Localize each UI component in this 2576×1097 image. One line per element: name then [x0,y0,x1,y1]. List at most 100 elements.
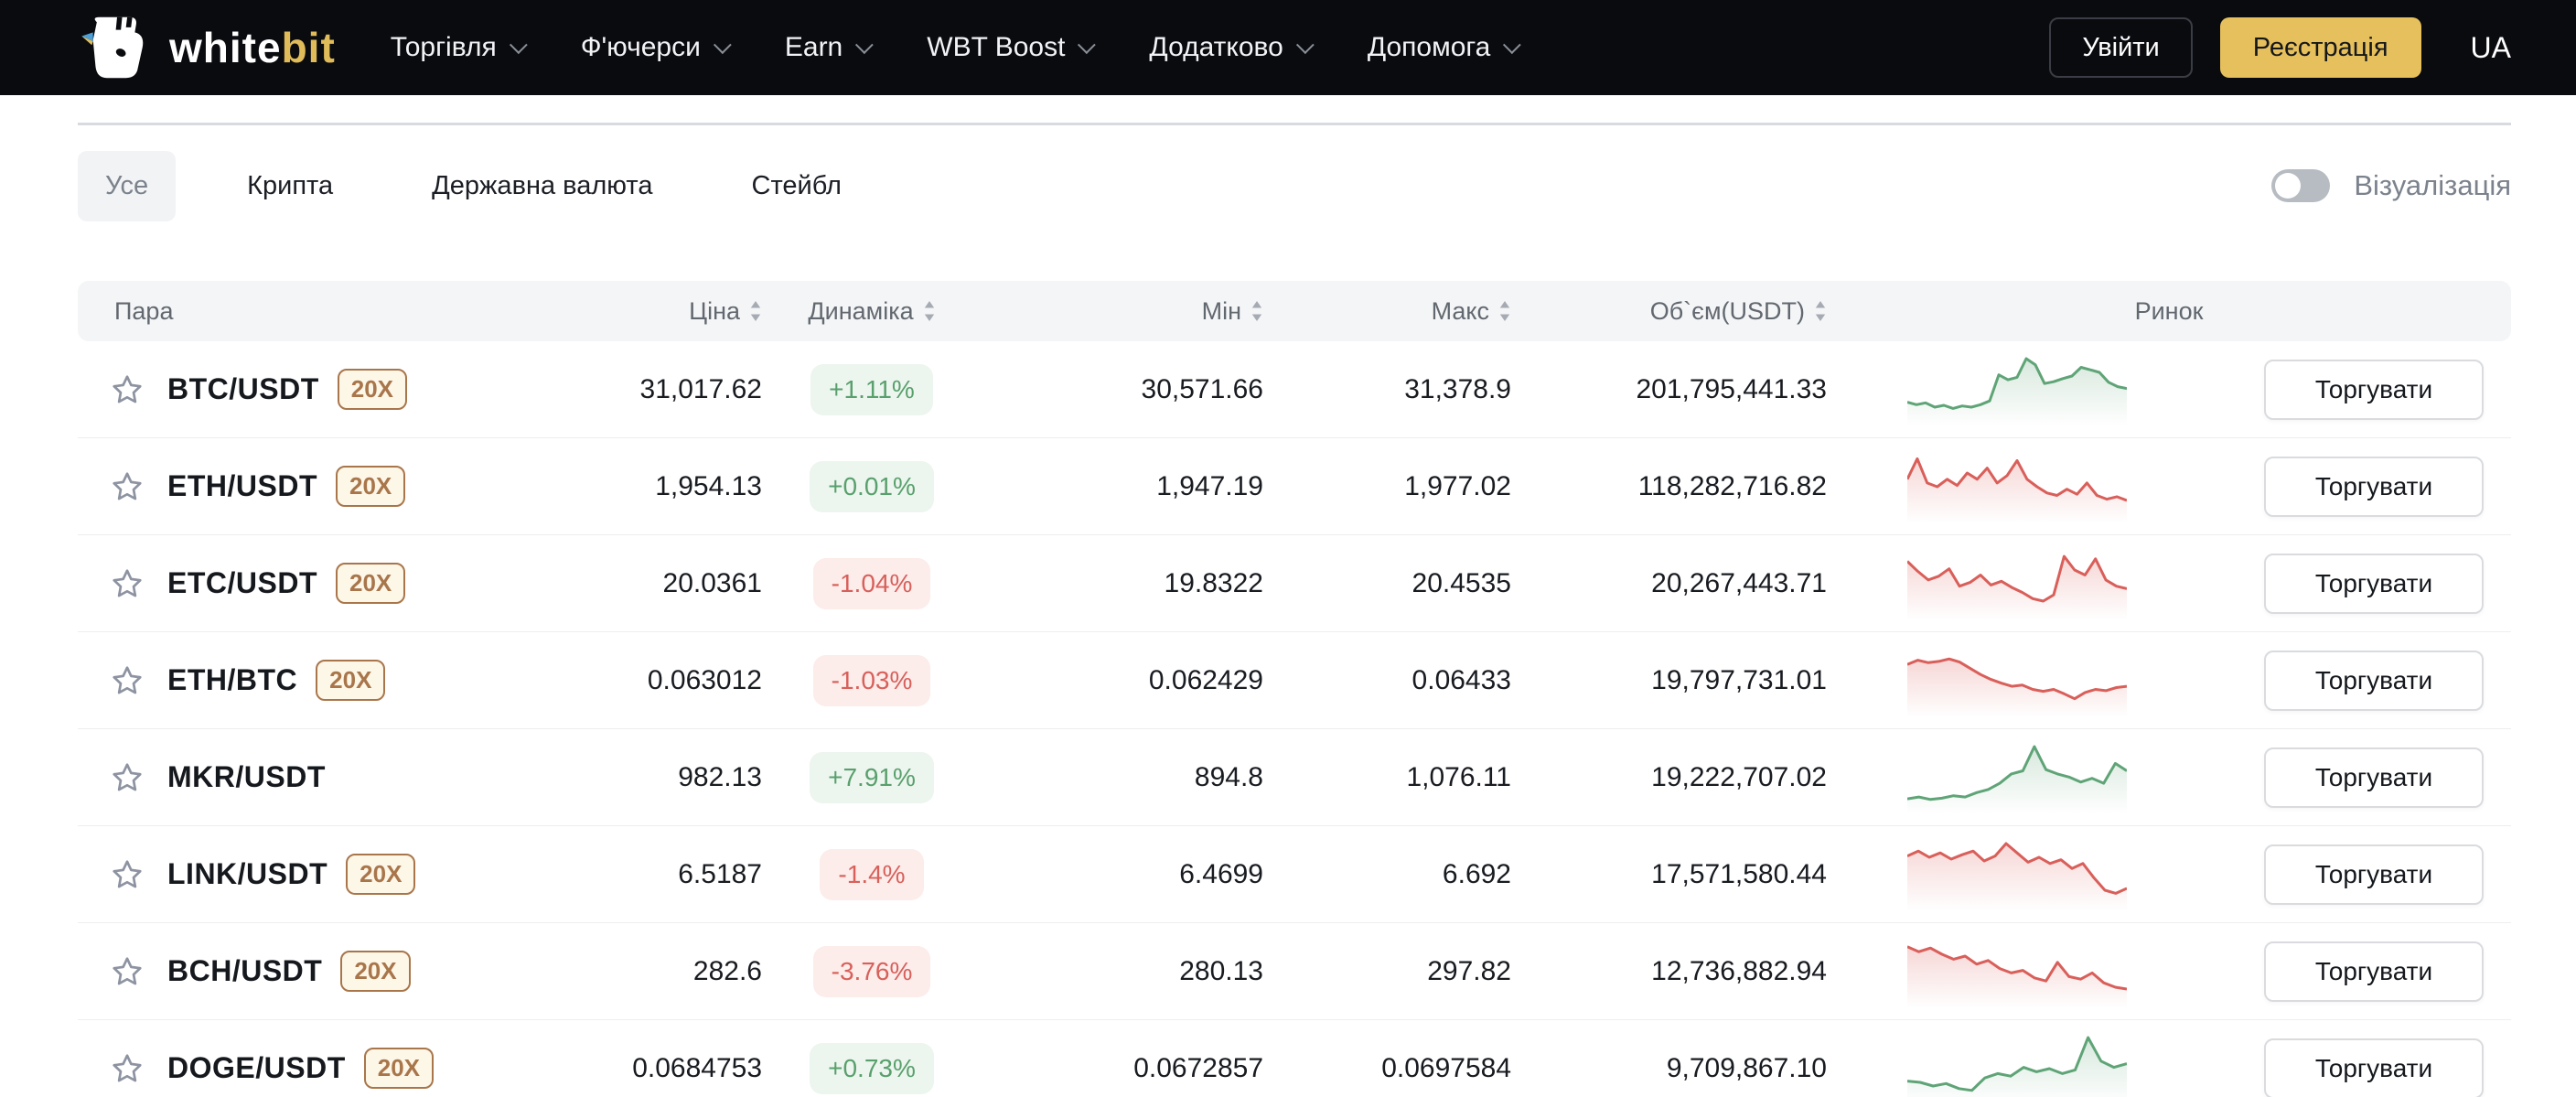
price-value: 31,017.62 [639,373,762,404]
brand-logo[interactable]: whitebit [78,15,336,81]
change-cell: +7.91% [762,751,982,803]
menu-item-label: Допомога [1367,32,1491,62]
favorite-star-icon[interactable] [111,858,144,891]
min-value: 0.062429 [1148,664,1263,695]
max-value: 0.0697584 [1381,1052,1511,1083]
pair-cell[interactable]: BCH/USDT 20X [78,951,489,992]
menu-item-1[interactable]: Торгівля [391,32,528,63]
pair-cell[interactable]: ETH/BTC 20X [78,660,489,701]
filter-tab-1[interactable]: Усе [78,150,177,221]
sparkline-chart [1906,1036,2127,1097]
sort-icon[interactable] [1250,301,1263,321]
favorite-star-icon[interactable] [111,567,144,600]
action-cell: Торгувати [2206,553,2511,614]
change-badge: +0.01% [810,460,934,512]
market-sparkline [1827,644,2206,717]
favorite-star-icon[interactable] [111,761,144,794]
leverage-badge: 20X [363,1048,434,1089]
trade-button[interactable]: Торгувати [2264,747,2484,808]
price-value: 1,954.13 [655,470,762,501]
register-button[interactable]: Реєстрація [2219,17,2421,78]
trade-button[interactable]: Торгувати [2264,553,2484,614]
toggle-knob [2275,173,2302,199]
sort-icon[interactable] [749,301,762,321]
pair-cell[interactable]: ETC/USDT 20X [78,563,489,604]
chevron-down-icon [855,36,874,55]
table-row: BCH/USDT 20X 282.6 -3.76% 280.13 297.82 12,736… [78,923,2511,1020]
header-volume[interactable]: Об`єм(USDT) [1511,297,1827,326]
filter-tab-3[interactable]: Державна валюта [404,151,680,221]
menu-item-5[interactable]: Додатково [1149,32,1315,63]
trade-button[interactable]: Торгувати [2264,650,2484,711]
change-badge: -1.4% [820,848,924,900]
change-cell: -1.4% [762,848,982,900]
favorite-star-icon[interactable] [111,470,144,503]
favorite-star-icon[interactable] [111,1052,144,1085]
volume-value: 19,222,707.02 [1651,761,1827,792]
pair-cell[interactable]: BTC/USDT 20X [78,369,489,410]
trade-button[interactable]: Торгувати [2264,941,2484,1002]
visualization-toggle[interactable] [2271,169,2331,202]
change-badge: -3.76% [812,945,931,997]
menu-item-4[interactable]: WBT Boost [927,32,1097,63]
table-row: ETH/USDT 20X 1,954.13 +0.01% 1,947.19 1,977.0… [78,438,2511,535]
volume-value: 118,282,716.82 [1637,470,1827,501]
menu-item-6[interactable]: Допомога [1367,32,1522,63]
language-selector[interactable]: UA [2471,31,2511,65]
price-value: 982.13 [678,761,762,792]
table-header: Пара Ціна Динаміка Мін Макс Об`єм(USDT) … [78,281,2511,341]
menu-item-label: Додатково [1149,32,1283,62]
pair-cell[interactable]: ETH/USDT 20X [78,466,489,507]
market-sparkline [1827,450,2206,523]
max-value: 297.82 [1427,955,1511,986]
sparkline-chart [1906,554,2127,620]
trade-button[interactable]: Торгувати [2264,1038,2484,1097]
max-value: 0.06433 [1411,664,1511,695]
volume-value: 19,797,731.01 [1651,664,1827,695]
pair-cell[interactable]: DOGE/USDT 20X [78,1048,489,1089]
min-value: 30,571.66 [1141,373,1263,404]
action-cell: Торгувати [2206,359,2511,420]
action-cell: Торгувати [2206,941,2511,1002]
menu-item-3[interactable]: Earn [785,32,874,63]
change-badge: +7.91% [810,751,934,803]
chevron-down-icon [509,36,528,55]
table-row: MKR/USDT 982.13 +7.91% 894.8 1,076.11 19,222,… [78,729,2511,826]
chevron-down-icon [713,36,732,55]
filter-tab-2[interactable]: Крипта [220,151,360,221]
favorite-star-icon[interactable] [111,373,144,406]
filter-tab-4[interactable]: Стейбл [724,151,869,221]
sort-icon[interactable] [923,301,936,321]
chevron-down-icon [1078,36,1097,55]
menu-item-2[interactable]: Ф'ючерси [581,32,732,63]
trade-button[interactable]: Торгувати [2264,844,2484,905]
favorite-star-icon[interactable] [111,955,144,988]
change-cell: -1.03% [762,654,982,706]
trade-button[interactable]: Торгувати [2264,359,2484,420]
header-min[interactable]: Мін [982,297,1263,326]
pair-cell[interactable]: MKR/USDT [78,760,489,794]
pair-name: ETC/USDT [167,566,317,599]
top-divider [78,123,2511,125]
navbar: whitebit Торгівля Ф'ючерси Earn WBT Boost До… [0,0,2576,95]
header-change[interactable]: Динаміка [762,297,982,326]
filter-tabs: Усе Крипта Державна валюта Стейбл [78,150,913,221]
header-max[interactable]: Макс [1263,297,1511,326]
trade-button[interactable]: Торгувати [2264,456,2484,517]
pair-name: BCH/USDT [167,954,323,987]
visualization-control: Візуалізація [2271,169,2511,202]
price-value: 0.0684753 [632,1052,762,1083]
sparkline-chart [1906,944,2127,1008]
max-value: 20.4535 [1411,567,1511,598]
pair-cell[interactable]: LINK/USDT 20X [78,854,489,895]
sort-icon[interactable] [1814,301,1827,321]
header-price[interactable]: Ціна [489,297,762,326]
leverage-badge: 20X [346,854,416,895]
sort-icon[interactable] [1498,301,1511,321]
change-badge: +1.11% [810,363,933,415]
min-value: 6.4699 [1179,858,1263,889]
favorite-star-icon[interactable] [111,664,144,697]
change-badge: -1.04% [812,557,931,609]
login-button[interactable]: Увійти [2049,17,2193,78]
content: Усе Крипта Державна валюта Стейбл Візуаліза… [0,123,2576,1097]
